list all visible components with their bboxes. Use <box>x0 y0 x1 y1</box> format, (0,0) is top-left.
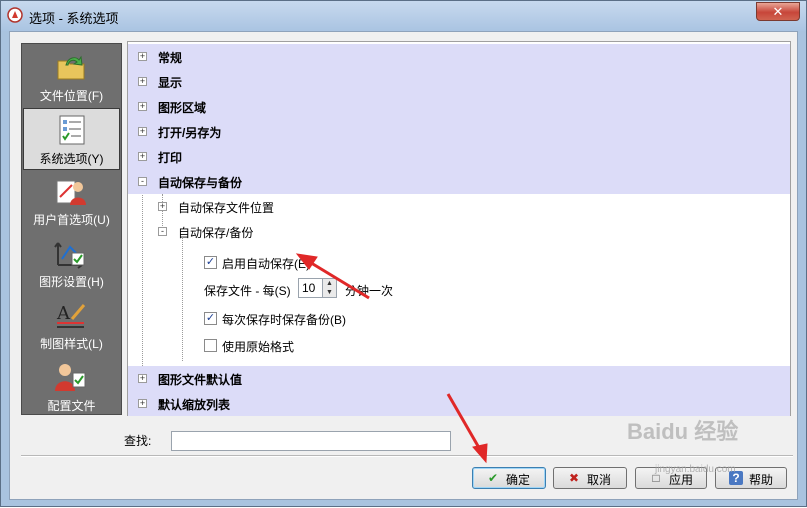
enable-autosave-checkbox[interactable]: ✓ <box>204 256 217 269</box>
drafting-style-icon: A <box>56 303 86 328</box>
watermark-url: jingyan.baidu.com <box>655 464 736 475</box>
cancel-button[interactable]: ✖ 取消 <box>553 467 627 489</box>
checklist-icon <box>59 115 85 145</box>
divider <box>21 455 793 457</box>
app-icon <box>7 7 23 23</box>
tree-category-label: 打印 <box>158 151 183 165</box>
sidebar-item-label: 用户首选项(U) <box>33 213 110 227</box>
button-label: 取消 <box>587 473 612 487</box>
sidebar-item-drafting-style[interactable]: A 制图样式(L) <box>22 294 121 356</box>
sidebar-item-file-locations[interactable]: 文件位置(F) <box>22 46 121 108</box>
drawing-settings-icon <box>54 242 85 269</box>
backup-each-save-checkbox[interactable]: ✓ <box>204 312 217 325</box>
tree-guide-line <box>182 237 183 361</box>
sidebar-item-label: 文件位置(F) <box>39 89 104 103</box>
window-title: 选项 - 系统选项 <box>29 11 119 26</box>
enable-autosave-label: 启用自动保存(E) <box>222 257 310 271</box>
watermark: Baidu 经验 <box>627 419 739 444</box>
expand-icon[interactable]: + <box>138 77 147 86</box>
button-label: 确定 <box>506 473 531 487</box>
button-label: 帮助 <box>749 473 774 487</box>
svg-text:A: A <box>56 303 71 324</box>
options-tree: + 常规 + 显示 + 图形区域 + 打开/另存为 + 打印 - 自动保存与备份 <box>127 41 791 416</box>
tree-category-graphics-area[interactable]: + 图形区域 <box>128 94 790 119</box>
expand-icon[interactable]: + <box>138 52 147 61</box>
tree-category-label: 打开/另存为 <box>158 126 222 140</box>
sidebar-item-user-preferences[interactable]: 用户首选项(U) <box>22 170 121 232</box>
sidebar-item-label: 配置文件 <box>47 399 96 413</box>
tree-item-autosave-location[interactable]: + 自动保存文件位置 <box>128 194 790 219</box>
backup-each-save-label: 每次保存时保存备份(B) <box>222 313 346 327</box>
tree-category-general[interactable]: + 常规 <box>128 44 790 69</box>
interval-spinner[interactable]: ▲ ▼ <box>322 278 337 298</box>
ok-button[interactable]: ✔ 确定 <box>472 467 546 489</box>
use-original-format-checkbox[interactable] <box>204 339 217 352</box>
category-sidebar: 文件位置(F) 系统选项(Y) 用户首选项(U) 图形设置(H) A 制图样式(… <box>21 43 122 415</box>
tree-category-label: 常规 <box>158 51 183 65</box>
sidebar-item-label: 图形设置(H) <box>39 275 104 289</box>
tree-item-label: 自动保存文件位置 <box>178 201 275 215</box>
tree-category-display[interactable]: + 显示 <box>128 69 790 94</box>
sidebar-item-label: 制图样式(L) <box>40 337 103 351</box>
collapse-icon[interactable]: - <box>138 177 147 186</box>
sidebar-item-system-options[interactable]: 系统选项(Y) <box>23 108 120 170</box>
folder-arrow-icon <box>57 55 85 80</box>
collapse-icon[interactable]: - <box>158 227 167 236</box>
close-button[interactable]: ✕ <box>756 2 800 21</box>
tree-category-default-zoom-list[interactable]: + 默认缩放列表 <box>128 391 790 416</box>
close-icon: ✖ <box>568 471 580 485</box>
find-label: 查找: <box>124 434 152 448</box>
interval-unit-label: 分钟一次 <box>345 284 394 298</box>
expand-icon[interactable]: + <box>138 374 147 383</box>
tree-item-label: 自动保存/备份 <box>178 226 254 240</box>
sidebar-item-label: 系统选项(Y) <box>39 152 104 166</box>
find-input[interactable] <box>171 431 451 451</box>
expand-icon[interactable]: + <box>138 152 147 161</box>
tree-category-print[interactable]: + 打印 <box>128 144 790 169</box>
sidebar-item-drawing-settings[interactable]: 图形设置(H) <box>22 232 121 294</box>
autosave-interval-input[interactable]: 10 <box>298 278 324 298</box>
tree-item-autosave-backup[interactable]: - 自动保存/备份 <box>128 219 790 244</box>
tree-category-open-save-as[interactable]: + 打开/另存为 <box>128 119 790 144</box>
options-dialog: 选项 - 系统选项 ✕ 文件位置(F) 系统选项(Y) 用户首选项(U) 图形设… <box>0 0 807 507</box>
expand-icon[interactable]: + <box>158 202 167 211</box>
save-every-label: 保存文件 - 每(S) <box>204 284 291 298</box>
tree-category-label: 图形文件默认值 <box>158 373 243 387</box>
sidebar-item-profile[interactable]: 配置文件 <box>22 356 121 418</box>
check-icon: ✔ <box>487 471 499 485</box>
tree-category-autosave-backup[interactable]: - 自动保存与备份 <box>128 169 790 194</box>
use-original-format-label: 使用原始格式 <box>222 340 295 354</box>
profile-icon <box>55 364 86 391</box>
tree-category-label: 图形区域 <box>158 101 207 115</box>
title-bar[interactable]: 选项 - 系统选项 ✕ <box>1 1 806 31</box>
tree-category-label: 默认缩放列表 <box>158 398 231 412</box>
tree-category-label: 自动保存与备份 <box>158 176 243 190</box>
expand-icon[interactable]: + <box>138 102 147 111</box>
expand-icon[interactable]: + <box>138 127 147 136</box>
spin-up-icon[interactable]: ▲ <box>323 279 336 288</box>
spin-down-icon[interactable]: ▼ <box>323 288 336 297</box>
user-preferences-icon <box>56 180 86 205</box>
tree-category-drawing-defaults[interactable]: + 图形文件默认值 <box>128 366 790 391</box>
tree-category-label: 显示 <box>158 76 183 90</box>
expand-icon[interactable]: + <box>138 399 147 408</box>
